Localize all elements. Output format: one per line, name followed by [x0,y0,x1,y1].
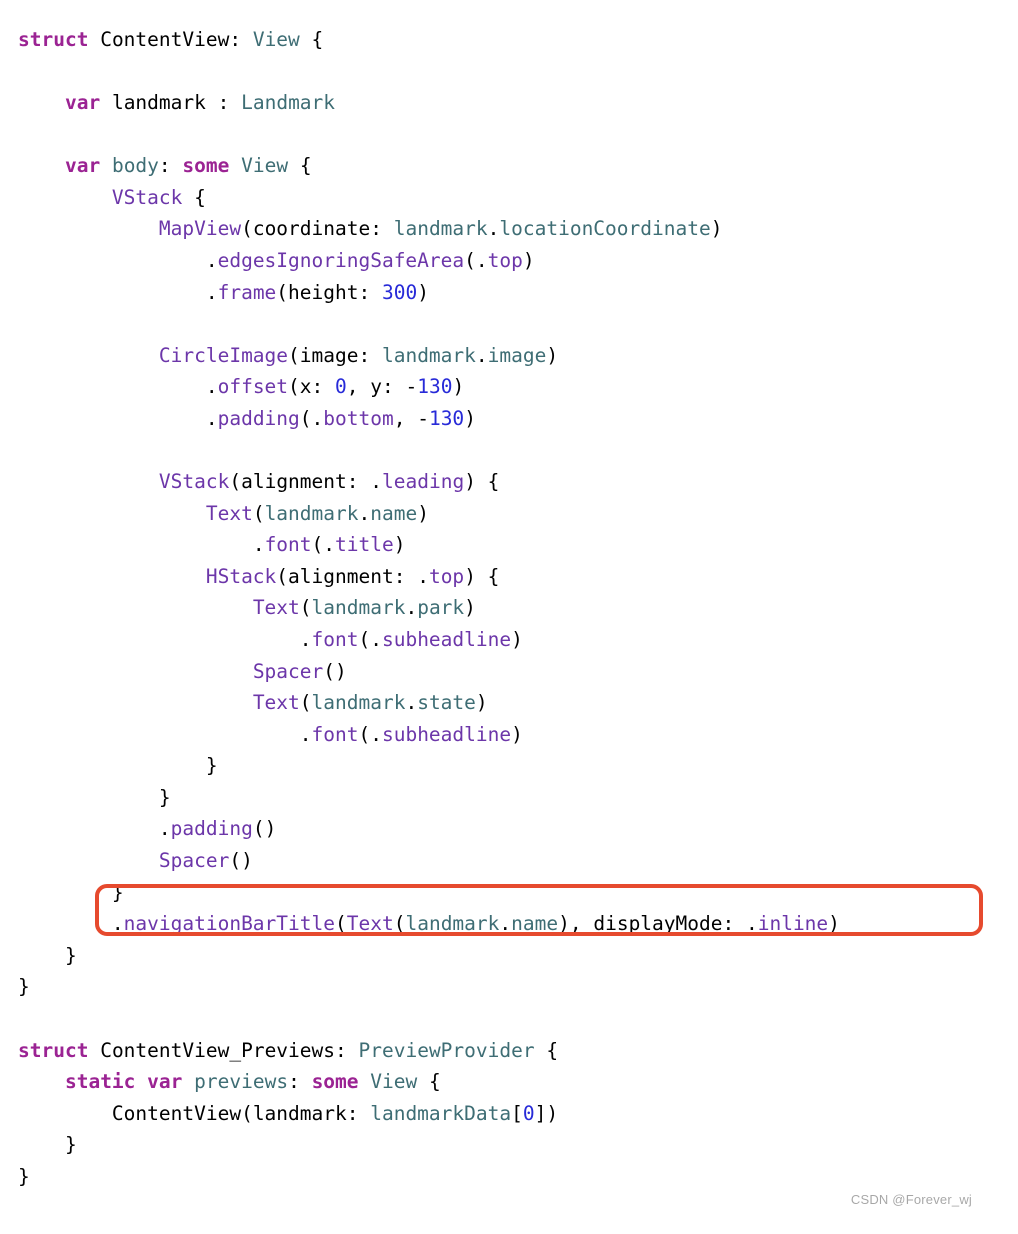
call-Spacer: Spacer [253,660,323,683]
code-block: struct ContentView: View { var landmark … [18,24,964,1192]
call-Text: Text [206,502,253,525]
kw-struct: struct [18,28,88,51]
call-MapView: MapView [159,217,241,240]
type-ContentView_Previews: ContentView_Previews [100,1039,335,1062]
call-navigationBarTitle: navigationBarTitle [124,912,335,935]
call-padding: padding [218,407,300,430]
id-previews: previews [194,1070,288,1093]
kw-some: some [182,154,229,177]
call-font: font [265,533,312,556]
call-edgesIgnoringSafeArea: edgesIgnoringSafeArea [218,249,465,272]
id-landmarkData: landmarkData [370,1102,511,1125]
kw-var: var [65,91,100,114]
id-body: body [112,154,159,177]
id-landmark: landmark [112,91,206,114]
call-offset: offset [218,375,288,398]
type-View: View [253,28,300,51]
call-CircleImage: CircleImage [159,344,288,367]
type-Landmark: Landmark [241,91,335,114]
call-frame: frame [218,281,277,304]
call-HStack: HStack [206,565,276,588]
watermark-text: CSDN @Forever_wj [851,1189,972,1210]
kw-static: static [65,1070,135,1093]
type-PreviewProvider: PreviewProvider [359,1039,535,1062]
type-ContentView: ContentView [100,28,229,51]
call-VStack: VStack [112,186,182,209]
